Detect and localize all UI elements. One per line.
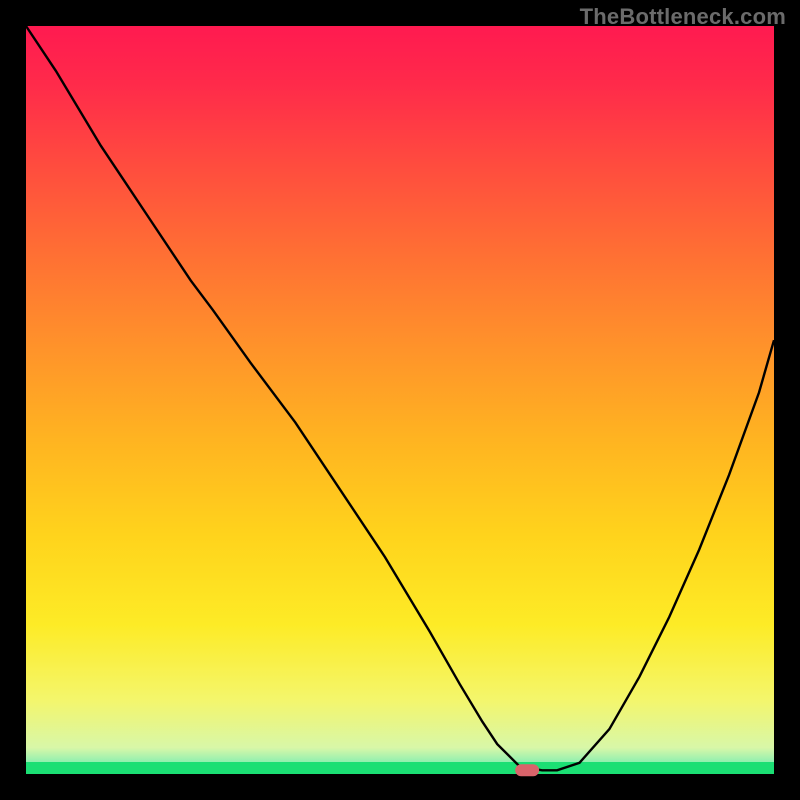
optimal-marker [515,764,539,776]
chart-frame: TheBottleneck.com [0,0,800,800]
plot-area [26,26,774,774]
bottleneck-chart [0,0,800,800]
green-baseline [26,762,774,774]
